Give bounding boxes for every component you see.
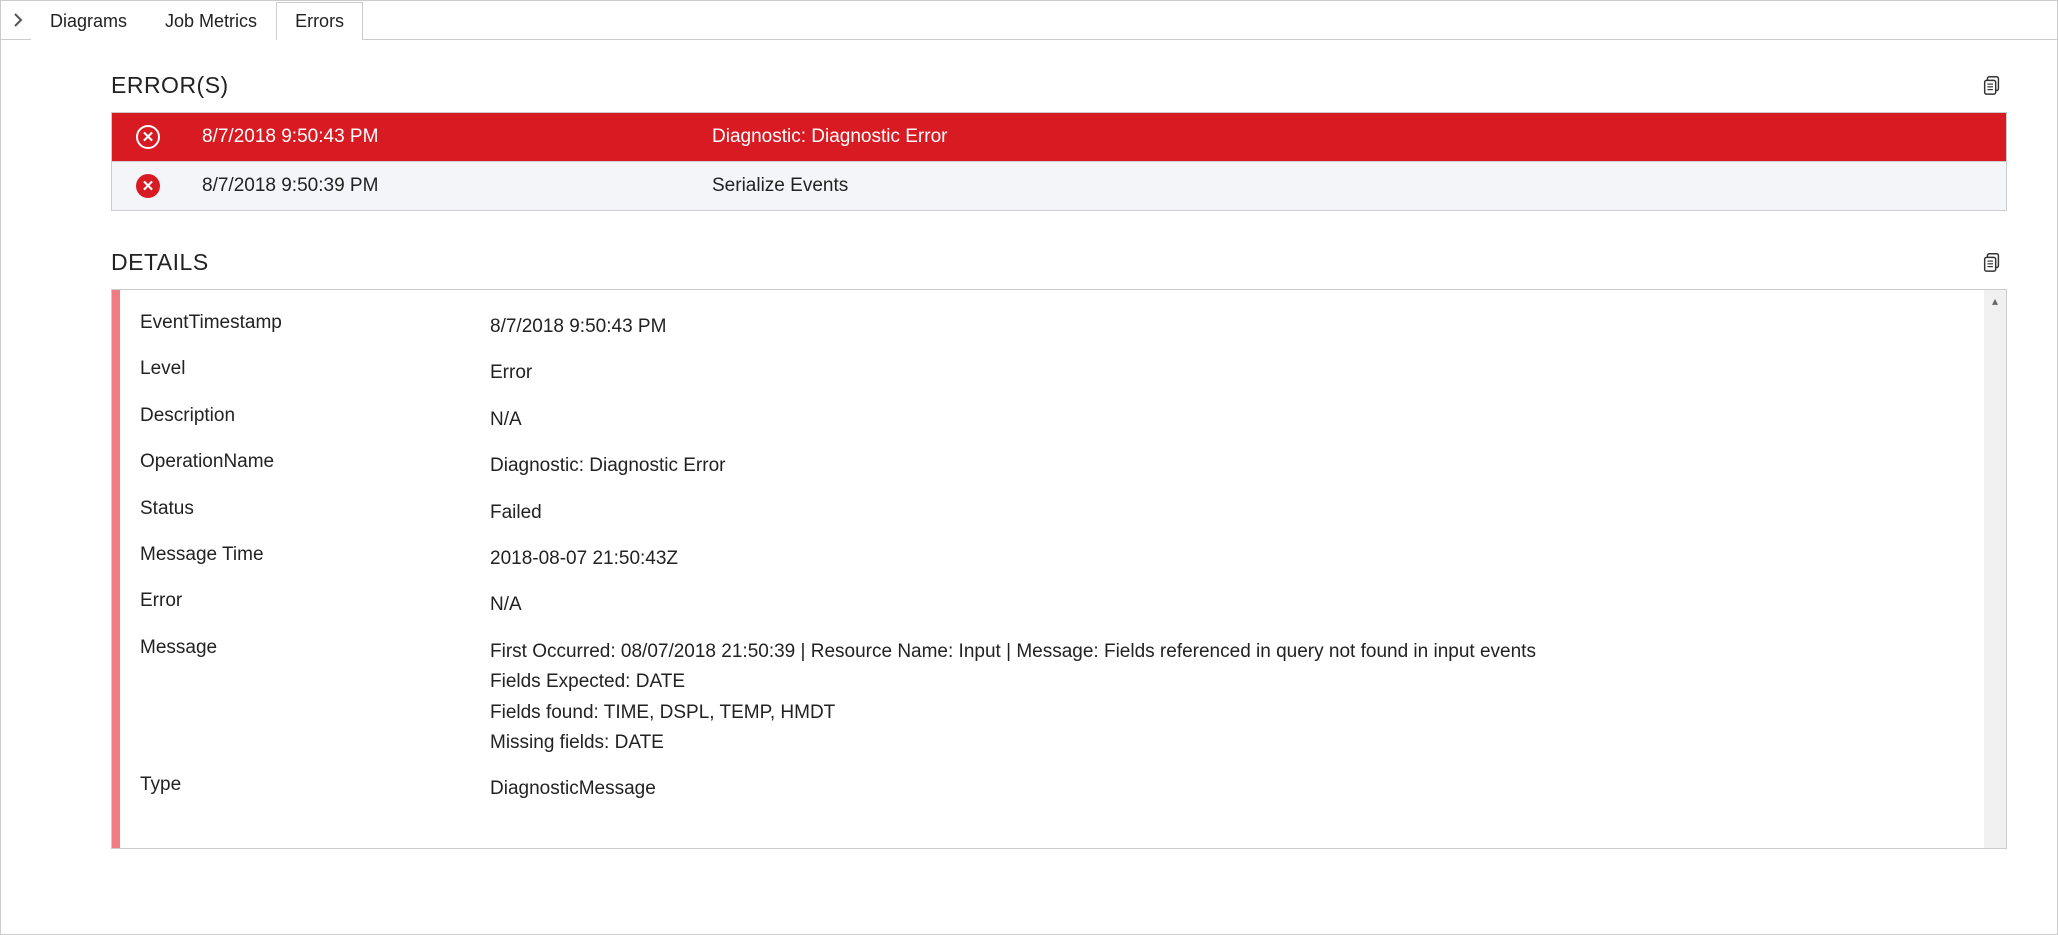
tab-errors[interactable]: Errors	[276, 2, 363, 40]
errors-title: ERROR(S)	[111, 72, 229, 99]
detail-key: Error	[140, 590, 490, 612]
severity-stripe	[112, 290, 120, 848]
tab-job-metrics[interactable]: Job Metrics	[146, 2, 276, 40]
error-icon: ✕	[136, 125, 160, 149]
error-icon-cell: ✕	[112, 174, 202, 198]
detail-row: EventTimestamp 8/7/2018 9:50:43 PM	[140, 304, 1964, 350]
detail-row: Level Error	[140, 350, 1964, 396]
error-icon: ✕	[136, 174, 160, 198]
error-icon-cell: ✕	[112, 125, 202, 149]
detail-key: Description	[140, 405, 490, 427]
errors-list: ✕ 8/7/2018 9:50:43 PM Diagnostic: Diagno…	[111, 112, 2007, 211]
detail-row: Status Failed	[140, 490, 1964, 536]
error-timestamp: 8/7/2018 9:50:39 PM	[202, 175, 712, 197]
error-message: Serialize Events	[712, 175, 2006, 197]
detail-key: Message Time	[140, 544, 490, 566]
chevron-right-icon[interactable]	[7, 1, 31, 39]
detail-value: DiagnosticMessage	[490, 774, 1964, 804]
detail-key: Status	[140, 498, 490, 520]
details-panel: EventTimestamp 8/7/2018 9:50:43 PM Level…	[111, 289, 2007, 849]
error-row[interactable]: ✕ 8/7/2018 9:50:43 PM Diagnostic: Diagno…	[112, 113, 2006, 162]
detail-value: 8/7/2018 9:50:43 PM	[490, 312, 1964, 342]
detail-row: Type DiagnosticMessage	[140, 766, 1964, 812]
detail-value: First Occurred: 08/07/2018 21:50:39 | Re…	[490, 637, 1964, 759]
error-message: Diagnostic: Diagnostic Error	[712, 126, 2006, 148]
error-timestamp: 8/7/2018 9:50:43 PM	[202, 126, 712, 148]
app-window: Diagrams Job Metrics Errors ERROR(S) ✕ 8…	[0, 0, 2058, 935]
detail-key: OperationName	[140, 451, 490, 473]
scroll-up-arrow-icon[interactable]: ▴	[1992, 290, 1998, 312]
errors-header: ERROR(S)	[111, 70, 2007, 100]
detail-key: Type	[140, 774, 490, 796]
detail-value: N/A	[490, 590, 1964, 620]
detail-row: Description N/A	[140, 397, 1964, 443]
copy-details-icon[interactable]	[1977, 247, 2007, 277]
detail-key: EventTimestamp	[140, 312, 490, 334]
details-header: DETAILS	[111, 247, 2007, 277]
detail-row: Error N/A	[140, 582, 1964, 628]
detail-row: Message First Occurred: 08/07/2018 21:50…	[140, 629, 1964, 767]
detail-key: Level	[140, 358, 490, 380]
detail-row: Message Time 2018-08-07 21:50:43Z	[140, 536, 1964, 582]
detail-value: Diagnostic: Diagnostic Error	[490, 451, 1964, 481]
detail-key: Message	[140, 637, 490, 659]
tabs-container: Diagrams Job Metrics Errors	[31, 1, 363, 39]
content-area: ERROR(S) ✕ 8/7/2018 9:50:43 PM Diagnosti…	[1, 40, 2057, 849]
detail-value: N/A	[490, 405, 1964, 435]
details-body: EventTimestamp 8/7/2018 9:50:43 PM Level…	[120, 290, 1984, 848]
tab-bar: Diagrams Job Metrics Errors	[1, 1, 2057, 40]
copy-errors-icon[interactable]	[1977, 70, 2007, 100]
scrollbar[interactable]: ▴	[1984, 290, 2006, 848]
tab-diagrams[interactable]: Diagrams	[31, 2, 146, 40]
detail-row: OperationName Diagnostic: Diagnostic Err…	[140, 443, 1964, 489]
detail-value: 2018-08-07 21:50:43Z	[490, 544, 1964, 574]
error-row[interactable]: ✕ 8/7/2018 9:50:39 PM Serialize Events	[112, 162, 2006, 210]
detail-value: Failed	[490, 498, 1964, 528]
details-title: DETAILS	[111, 249, 209, 276]
detail-value: Error	[490, 358, 1964, 388]
